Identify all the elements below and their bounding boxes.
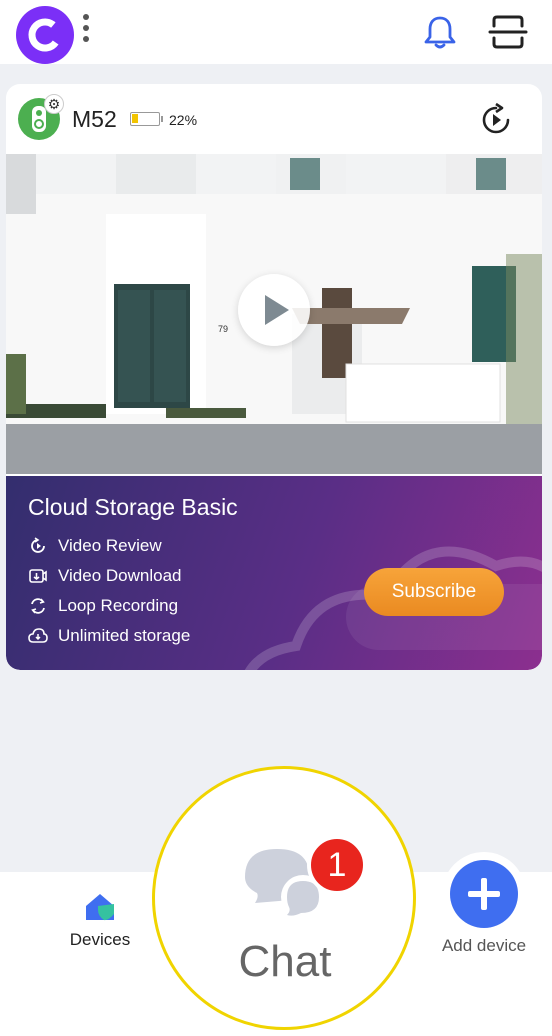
kebab-vertical-icon[interactable] [80, 14, 92, 48]
nav-chat-tab[interactable]: 1 Chat [152, 766, 416, 1030]
camera-preview[interactable]: 79 [6, 154, 542, 474]
playback-icon[interactable] [478, 102, 514, 138]
svg-text:79: 79 [218, 324, 228, 334]
battery-percent: 22% [169, 112, 198, 128]
nav-devices-label: Devices [69, 930, 131, 949]
plus-icon [450, 860, 518, 928]
add-device-label: Add device [441, 936, 527, 955]
download-icon [29, 569, 47, 583]
app-logo[interactable] [16, 6, 74, 64]
subscribe-button[interactable]: Subscribe [364, 568, 504, 616]
feature-video-review: Video Review [28, 534, 162, 558]
play-icon[interactable] [238, 274, 310, 346]
feature-loop-recording: Loop Recording [28, 594, 178, 618]
device-header: ⚙ M52 22% [6, 84, 542, 154]
feature-label: Unlimited storage [58, 626, 191, 645]
home-icon [86, 894, 114, 921]
top-bar [0, 0, 552, 64]
nav-chat-label: Chat [238, 937, 332, 986]
cloud-storage-banner[interactable]: Cloud Storage Basic Video Review Video D… [6, 476, 542, 670]
feature-label: Video Review [58, 536, 162, 555]
cloud-icon [28, 628, 48, 643]
gear-icon[interactable]: ⚙ [44, 94, 64, 114]
bell-icon[interactable] [420, 12, 460, 52]
device-name: M52 [72, 106, 117, 132]
chat-unread-badge: 1 [307, 835, 367, 895]
feature-label: Video Download [58, 566, 182, 585]
scan-icon[interactable] [488, 14, 528, 50]
nav-devices-tab[interactable]: Devices [60, 890, 140, 970]
feature-label: Loop Recording [58, 596, 179, 615]
feature-video-download: Video Download [28, 564, 182, 588]
feature-unlimited-storage: Unlimited storage [28, 624, 190, 648]
loop-icon [31, 598, 45, 614]
rewind-icon [31, 537, 45, 553]
battery-icon [130, 112, 163, 126]
device-card[interactable]: ⚙ M52 22% 79 Cloud Storage Basic Video R… [6, 84, 542, 670]
app-logo-icon [28, 18, 62, 52]
battery-level [132, 114, 138, 123]
promo-title: Cloud Storage Basic [28, 494, 238, 520]
add-device-button[interactable]: Add device [430, 852, 538, 962]
